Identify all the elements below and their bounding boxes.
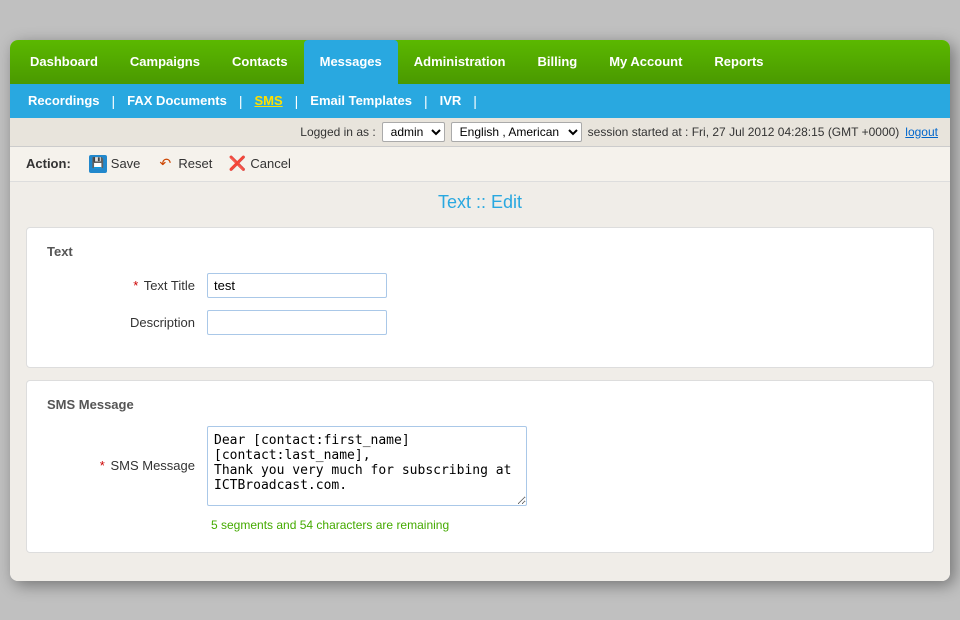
- required-star-1: *: [133, 278, 138, 293]
- char-info: 5 segments and 54 characters are remaini…: [211, 518, 913, 532]
- sms-message-label: * SMS Message: [47, 458, 207, 473]
- nav-reports[interactable]: Reports: [698, 40, 779, 84]
- logout-link[interactable]: logout: [905, 125, 938, 139]
- logged-in-label: Logged in as :: [300, 125, 375, 139]
- reset-button[interactable]: ↶ Reset: [150, 153, 218, 175]
- reset-icon: ↶: [156, 155, 174, 173]
- sec-recordings[interactable]: Recordings: [18, 93, 110, 108]
- text-section-title: Text: [47, 244, 913, 259]
- sep-4: |: [422, 93, 430, 109]
- nav-messages[interactable]: Messages: [304, 40, 398, 84]
- cancel-button[interactable]: ❌ Cancel: [222, 153, 296, 175]
- description-label: Description: [47, 315, 207, 330]
- required-star-2: *: [100, 458, 105, 473]
- sec-email[interactable]: Email Templates: [300, 93, 422, 108]
- sec-ivr[interactable]: IVR: [430, 93, 472, 108]
- nav-administration[interactable]: Administration: [398, 40, 522, 84]
- sep-1: |: [110, 93, 118, 109]
- save-label: Save: [111, 156, 141, 171]
- description-row: Description: [47, 310, 913, 335]
- description-input[interactable]: [207, 310, 387, 335]
- cancel-icon: ❌: [228, 155, 246, 173]
- app-window: Dashboard Campaigns Contacts Messages Ad…: [10, 40, 950, 581]
- nav-myaccount[interactable]: My Account: [593, 40, 698, 84]
- cancel-label: Cancel: [250, 156, 290, 171]
- action-bar: Action: 💾 Save ↶ Reset ❌ Cancel: [10, 147, 950, 182]
- text-section: Text * Text Title Description: [26, 227, 934, 368]
- save-icon: 💾: [89, 155, 107, 173]
- nav-campaigns[interactable]: Campaigns: [114, 40, 216, 84]
- sep-2: |: [237, 93, 245, 109]
- status-bar: Logged in as : admin English , AmericanE…: [10, 118, 950, 147]
- language-select[interactable]: English , AmericanEnglish , BritishFrenc…: [451, 122, 582, 142]
- sms-section-title: SMS Message: [47, 397, 913, 412]
- sec-sms[interactable]: SMS: [244, 93, 292, 108]
- user-select[interactable]: admin: [382, 122, 445, 142]
- nav-dashboard[interactable]: Dashboard: [14, 40, 114, 84]
- sms-message-row: * SMS Message Dear [contact:first_name] …: [47, 426, 913, 506]
- text-title-row: * Text Title: [47, 273, 913, 298]
- main-content: Text :: Edit Text * Text Title Descripti…: [10, 182, 950, 581]
- nav-billing[interactable]: Billing: [522, 40, 594, 84]
- action-label: Action:: [26, 156, 71, 171]
- sep-3: |: [293, 93, 301, 109]
- sms-section: SMS Message * SMS Message Dear [contact:…: [26, 380, 934, 553]
- second-nav: Recordings | FAX Documents | SMS | Email…: [10, 84, 950, 118]
- page-title: Text :: Edit: [26, 192, 934, 213]
- sep-5: |: [471, 93, 479, 109]
- text-title-input[interactable]: [207, 273, 387, 298]
- nav-contacts[interactable]: Contacts: [216, 40, 304, 84]
- session-text: session started at : Fri, 27 Jul 2012 04…: [588, 125, 900, 139]
- save-button[interactable]: 💾 Save: [83, 153, 147, 175]
- sms-message-textarea[interactable]: Dear [contact:first_name] [contact:last_…: [207, 426, 527, 506]
- reset-label: Reset: [178, 156, 212, 171]
- sec-fax[interactable]: FAX Documents: [117, 93, 237, 108]
- text-title-label: * Text Title: [47, 278, 207, 293]
- top-nav: Dashboard Campaigns Contacts Messages Ad…: [10, 40, 950, 84]
